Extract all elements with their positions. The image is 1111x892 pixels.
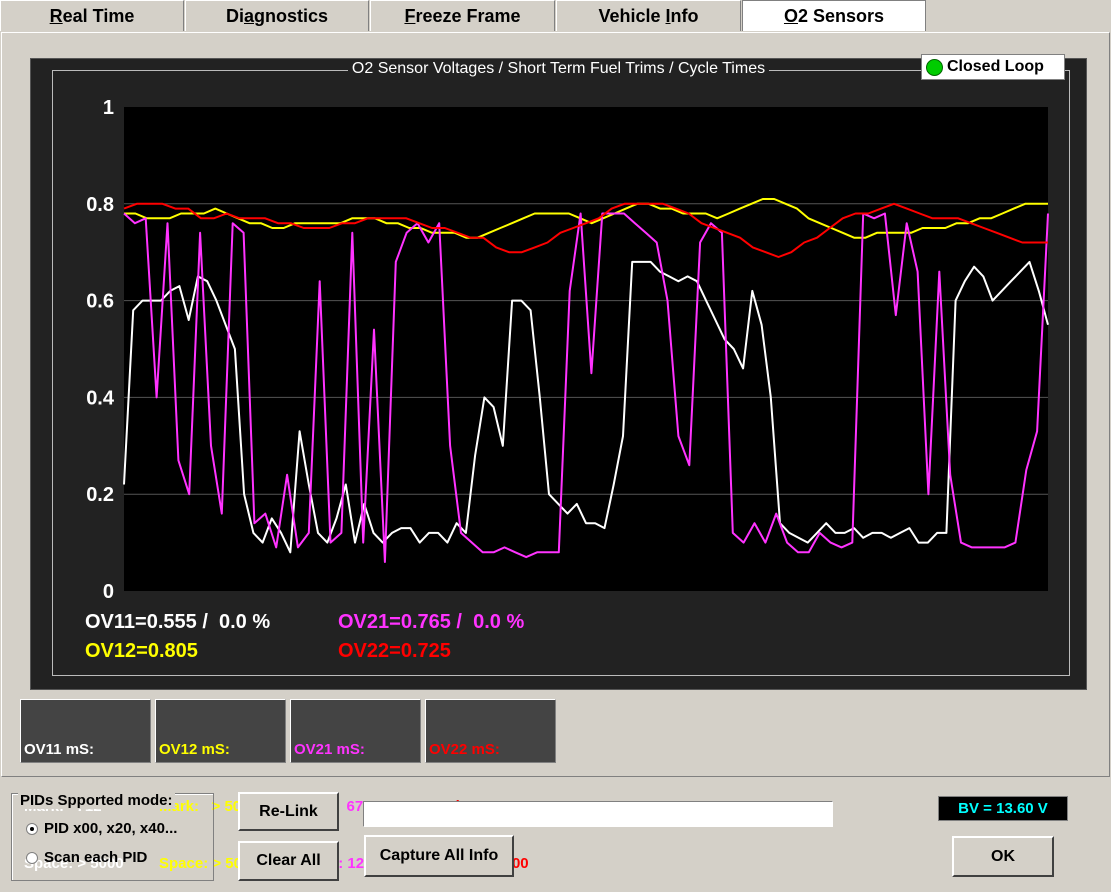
ov11-readout: OV11=0.555 / 0.0 % <box>85 611 271 633</box>
y-tick-label: 0.4 <box>86 387 115 409</box>
ms-title: OV22 mS: <box>429 741 500 758</box>
clear-all-button[interactable]: Clear All <box>238 841 339 881</box>
tab-diagnostics[interactable]: Diagnostics <box>185 0 369 31</box>
tab-label: Freeze Frame <box>404 5 521 26</box>
ov21-cycle-box: OV21 mS: Mark: 673 Space: 1259 <box>290 699 421 872</box>
ov21-readout: OV21=0.765 / 0.0 % <box>338 611 525 633</box>
y-tick-label: 0.6 <box>86 291 114 313</box>
status-led-icon <box>926 58 943 76</box>
capture-all-info-button[interactable]: Capture All Info <box>364 835 514 877</box>
tab-label: Diagnostics <box>225 5 329 26</box>
pid-mode-option-blocks[interactable]: PID x00, x20, x40... <box>26 820 177 837</box>
tab-label: Real Time <box>49 5 135 26</box>
plot-area <box>124 107 1048 591</box>
ms-title: OV12 mS: <box>159 741 230 758</box>
ov12-cycle-box: OV12 mS: Mark: > 5000 Space: > 5000 <box>155 699 286 872</box>
tab-label: Vehicle Info <box>598 5 699 26</box>
radio-unselected-icon <box>26 851 38 864</box>
ov22-readout: OV22=0.725 <box>338 640 451 662</box>
tab-vehicle-info[interactable]: Vehicle Info <box>556 0 741 31</box>
y-tick-label: 0.8 <box>86 194 114 216</box>
tab-label: O2 Sensors <box>783 5 885 26</box>
radio-label: Scan each PID <box>44 849 148 866</box>
radio-selected-icon <box>26 822 38 835</box>
info-text-field[interactable] <box>363 801 833 827</box>
pid-mode-label: PIDs Spported mode: <box>18 792 175 809</box>
tab-real-time[interactable]: Real Time <box>0 0 184 31</box>
ov12-readout: OV12=0.805 <box>85 640 198 662</box>
ms-title: OV11 mS: <box>24 741 95 758</box>
y-tick-label: 0 <box>103 581 114 603</box>
loop-status-label: Closed Loop <box>947 58 1044 75</box>
pid-mode-option-scan[interactable]: Scan each PID <box>26 849 147 866</box>
o2-voltage-chart: 0 0.2 0.4 0.6 0.8 1 <box>86 97 1049 603</box>
ov22-cycle-box: OV22 mS: Mark: > 5000 Space: > 5000 <box>425 699 556 872</box>
ms-title: OV21 mS: <box>294 741 365 758</box>
y-tick-label: 1 <box>103 97 114 119</box>
y-tick-label: 0.2 <box>86 484 114 506</box>
radio-label: PID x00, x20, x40... <box>44 820 178 837</box>
ok-button[interactable]: OK <box>952 836 1054 877</box>
relink-button[interactable]: Re-Link <box>238 792 339 831</box>
loop-status-indicator: Closed Loop <box>921 54 1065 80</box>
ov11-cycle-box: OV11 mS: Mark: 712 Space: > 5000 <box>20 699 151 872</box>
battery-voltage-display: BV = 13.60 V <box>938 796 1068 821</box>
tab-freeze-frame[interactable]: Freeze Frame <box>370 0 555 31</box>
tab-o2-sensors[interactable]: O2 Sensors <box>742 0 926 31</box>
